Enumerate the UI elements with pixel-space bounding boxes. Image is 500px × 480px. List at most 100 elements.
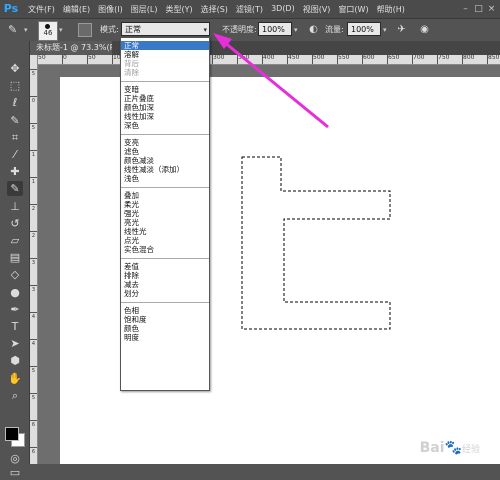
move-tool-icon[interactable]: ✥ xyxy=(7,61,23,76)
menu-item[interactable]: 图像(I) xyxy=(94,4,127,15)
menu-item[interactable]: 视图(V) xyxy=(299,4,335,15)
menu-item[interactable]: 选择(S) xyxy=(197,4,232,15)
options-bar: ✎ ▾ 46 ▾ 模式: 正常 ▾ 不透明度: 100% ▾ ◐ 流量: 100… xyxy=(0,18,500,43)
foreground-color-swatch[interactable] xyxy=(5,427,19,441)
ruler-label: 400 xyxy=(263,54,275,61)
crop-tool-icon[interactable]: ⌗ xyxy=(7,130,23,145)
ruler-label: 500 xyxy=(313,54,325,61)
blend-mode-option[interactable]: 深色 xyxy=(121,121,209,130)
pressure-opacity-icon[interactable]: ◐ xyxy=(307,23,320,36)
canvas-workspace[interactable] xyxy=(38,65,500,464)
blend-mode-option[interactable]: 线性加深 xyxy=(121,112,209,121)
blend-mode-option[interactable]: 点光 xyxy=(121,236,209,245)
history-brush-tool-icon[interactable]: ↺ xyxy=(7,216,23,231)
path-select-tool-icon[interactable]: ➤ xyxy=(7,336,23,351)
blend-mode-option[interactable]: 实色混合 xyxy=(121,245,209,254)
blend-mode-option[interactable]: 减去 xyxy=(121,280,209,289)
ruler-tick xyxy=(237,55,238,64)
ruler-label: 450 xyxy=(288,54,300,61)
pressure-size-icon[interactable]: ◉ xyxy=(418,23,431,36)
blend-mode-option[interactable]: 颜色 xyxy=(121,324,209,333)
healing-brush-tool-icon[interactable]: ✚ xyxy=(7,164,23,179)
blend-mode-option[interactable]: 滤色 xyxy=(121,147,209,156)
zoom-tool-icon[interactable]: ⌕ xyxy=(7,388,23,403)
hand-tool-icon[interactable]: ✋ xyxy=(7,371,23,386)
tool-preset-dropdown-icon[interactable]: ▾ xyxy=(24,26,28,34)
blend-mode-option[interactable]: 颜色减淡 xyxy=(121,156,209,165)
ruler-tick xyxy=(262,55,263,64)
maximize-icon[interactable]: □ xyxy=(472,0,485,18)
eyedropper-tool-icon[interactable]: ⁄ xyxy=(7,147,23,162)
menu-item[interactable]: 帮助(H) xyxy=(373,4,409,15)
blend-mode-group: 叠加 柔光 强光 亮光 线性光 点光 实色混合 xyxy=(121,188,209,259)
ruler-tick xyxy=(462,55,463,64)
blend-mode-option[interactable]: 线性光 xyxy=(121,227,209,236)
menu-item[interactable]: 编辑(E) xyxy=(59,4,94,15)
blend-mode-option[interactable]: 溶解 xyxy=(121,50,209,59)
menu-item[interactable]: 窗口(W) xyxy=(334,4,372,15)
eraser-tool-icon[interactable]: ▱ xyxy=(7,233,23,248)
screen-mode-icon[interactable]: ▭ xyxy=(7,465,23,480)
flow-input[interactable]: 100% xyxy=(347,22,381,36)
blend-mode-option[interactable]: 变暗 xyxy=(121,85,209,94)
blend-mode-option[interactable]: 排除 xyxy=(121,271,209,280)
blend-mode-option[interactable]: 强光 xyxy=(121,209,209,218)
ruler-tick xyxy=(387,55,388,64)
minimize-icon[interactable]: – xyxy=(459,0,472,18)
menu-item[interactable]: 类型(Y) xyxy=(161,4,196,15)
blend-mode-option[interactable]: 线性减淡（添加） xyxy=(121,165,209,174)
blend-mode-option[interactable]: 色相 xyxy=(121,306,209,315)
flow-dropdown-icon[interactable]: ▾ xyxy=(383,26,387,34)
brush-panel-toggle-icon[interactable] xyxy=(78,23,92,37)
blend-mode-option[interactable]: 叠加 xyxy=(121,191,209,200)
ruler-horizontal: 5005010015020025030035040045050055060065… xyxy=(37,54,500,65)
blur-tool-icon[interactable]: ◇ xyxy=(7,267,23,282)
brush-tool-icon[interactable]: ✎ xyxy=(7,181,23,197)
menu-item[interactable]: 文件(F) xyxy=(24,4,59,15)
blend-mode-option[interactable]: 柔光 xyxy=(121,200,209,209)
ruler-label: 50 xyxy=(38,54,46,61)
lasso-tool-icon[interactable]: ℓ xyxy=(7,95,23,110)
blend-mode-option[interactable]: 正片叠底 xyxy=(121,94,209,103)
menu-item[interactable]: 滤镜(T) xyxy=(232,4,267,15)
clone-stamp-tool-icon[interactable]: ⊥ xyxy=(7,199,23,214)
airbrush-icon[interactable]: ✈ xyxy=(395,23,408,36)
blend-mode-option[interactable]: 亮光 xyxy=(121,218,209,227)
dodge-tool-icon[interactable]: ● xyxy=(7,285,23,300)
blend-mode-option[interactable]: 差值 xyxy=(121,262,209,271)
ruler-tick xyxy=(412,55,413,64)
ruler-label: 3 xyxy=(31,287,36,293)
opacity-dropdown-icon[interactable]: ▾ xyxy=(294,26,298,34)
window-controls: – □ × xyxy=(459,0,498,18)
blend-mode-option[interactable]: 明度 xyxy=(121,333,209,342)
blend-mode-option[interactable]: 变亮 xyxy=(121,138,209,147)
brush-size-value: 46 xyxy=(43,29,53,37)
blend-mode-dropdown-list[interactable]: 正常 溶解 背后 清除 变暗 正片叠底 颜色加深 线性加深 深色 变亮 滤色 颜色减淡 线性减淡（添加）… xyxy=(120,37,210,391)
gradient-tool-icon[interactable]: ▤ xyxy=(7,250,23,265)
ruler-label: 5 xyxy=(31,71,36,77)
type-tool-icon[interactable]: T xyxy=(7,319,23,334)
brush-picker-dropdown-icon[interactable]: ▾ xyxy=(59,26,63,34)
menu-item[interactable]: 3D(D) xyxy=(267,4,299,15)
blend-mode-option[interactable]: 颜色加深 xyxy=(121,103,209,112)
menu-item[interactable]: 图层(L) xyxy=(127,4,162,15)
pen-tool-icon[interactable]: ✒ xyxy=(7,302,23,317)
blend-mode-option[interactable]: 浅色 xyxy=(121,174,209,183)
ruler-tick xyxy=(62,55,63,64)
brush-tool-preset-icon[interactable]: ✎ xyxy=(8,23,22,37)
document-tab[interactable]: 未标题-1 @ 73.3%(RGB/8) xyxy=(30,41,112,55)
quick-select-tool-icon[interactable]: ✎ xyxy=(7,113,23,128)
close-icon[interactable]: × xyxy=(485,0,498,18)
blend-mode-option: 清除 xyxy=(124,68,139,77)
blend-mode-option[interactable]: 划分 xyxy=(121,289,209,298)
blend-mode-select[interactable]: 正常 ▾ xyxy=(121,22,210,36)
shape-tool-icon[interactable]: ⬢ xyxy=(7,353,23,368)
ruler-tick xyxy=(30,339,37,340)
ruler-tick xyxy=(30,150,37,151)
ruler-label: 0 xyxy=(63,54,67,61)
blend-mode-option[interactable]: 饱和度 xyxy=(121,315,209,324)
opacity-input[interactable]: 100% xyxy=(258,22,292,36)
marquee-tool-icon[interactable]: ⬚ xyxy=(7,78,23,93)
brush-size-picker[interactable]: 46 xyxy=(38,21,58,41)
blend-mode-option[interactable]: 正常 xyxy=(121,41,209,50)
